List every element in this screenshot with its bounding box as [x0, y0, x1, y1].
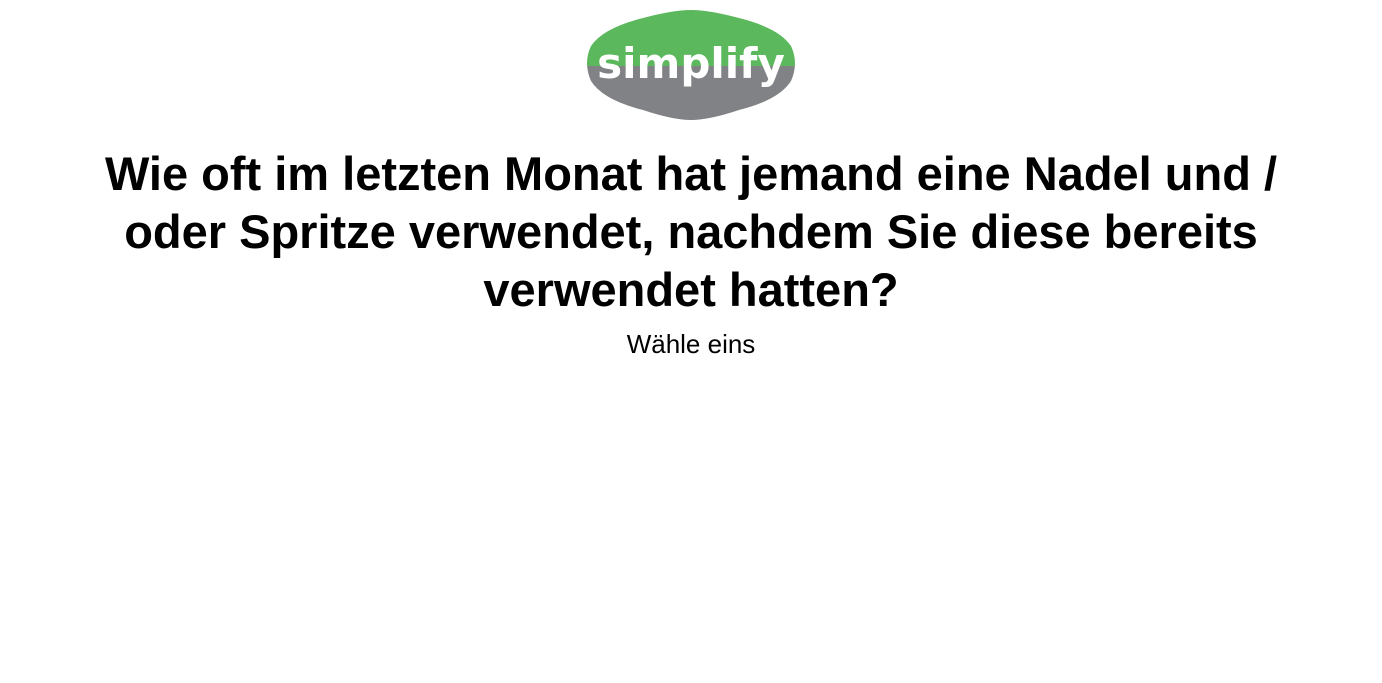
survey-page: simplify Wie oft im letzten Monat hat je… — [0, 0, 1382, 683]
choose-one-instruction: Wähle eins — [626, 329, 756, 359]
logo-badge-icon: simplify — [587, 10, 795, 120]
simplify-logo: simplify — [583, 10, 799, 120]
logo-text: simplify — [597, 39, 785, 88]
question-title: Wie oft im letzten Monat hat jemand eine… — [104, 147, 1278, 316]
